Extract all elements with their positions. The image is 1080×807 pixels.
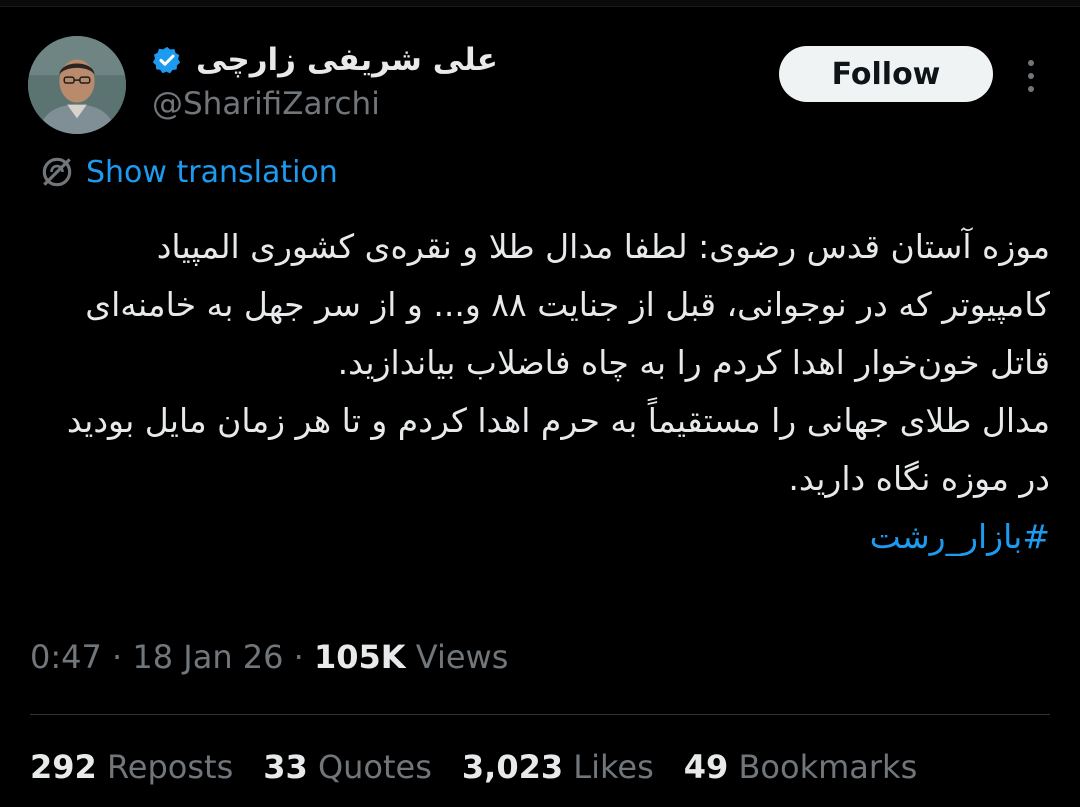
views-label: Views: [415, 638, 509, 676]
author-handle[interactable]: @SharifiZarchi: [152, 86, 380, 122]
avatar[interactable]: [28, 36, 126, 134]
hashtag-link[interactable]: #بازار_رشت: [870, 517, 1050, 556]
quotes-count: 33: [263, 748, 308, 786]
reposts-count: 292: [30, 748, 97, 786]
tweet-body: موزه آستان قدس رضوی: لطفا مدال طلا و نقر…: [40, 218, 1050, 566]
author-name-row: علی شریفی زارچی: [152, 40, 498, 80]
engagement-stats: 292 Reposts 33 Quotes 3,023 Likes 49 Boo…: [30, 748, 947, 786]
tweet-meta: 0:47 · 18 Jan 26 · 105K Views: [30, 638, 508, 676]
likes-stat[interactable]: 3,023 Likes: [462, 748, 654, 786]
bookmarks-label: Bookmarks: [738, 748, 918, 786]
author-display-name[interactable]: علی شریفی زارچی: [196, 42, 498, 78]
bookmarks-stat[interactable]: 49 Bookmarks: [684, 748, 917, 786]
tweet-date[interactable]: 18 Jan 26: [132, 638, 283, 676]
bookmarks-count: 49: [683, 748, 729, 786]
more-options-icon[interactable]: [1020, 56, 1042, 96]
tweet-paragraph-1: موزه آستان قدس رضوی: لطفا مدال طلا و نقر…: [85, 227, 1050, 382]
quotes-stat[interactable]: 33 Quotes: [263, 748, 432, 786]
divider: [30, 714, 1050, 715]
avatar-image: [28, 36, 126, 134]
show-translation-link[interactable]: Show translation: [86, 155, 338, 190]
follow-button[interactable]: Follow: [779, 46, 993, 102]
reposts-stat[interactable]: 292 Reposts: [30, 748, 233, 786]
views-count: 105K: [314, 638, 406, 676]
verified-badge-icon: [152, 46, 181, 74]
tweet-time[interactable]: 0:47: [30, 638, 102, 676]
globe-icon: [42, 157, 72, 187]
show-translation-row[interactable]: Show translation: [38, 152, 338, 192]
tweet-paragraph-2: مدال طلای جهانی را مستقیماً به حرم اهدا …: [66, 401, 1050, 498]
meta-separator: ·: [293, 638, 304, 676]
top-edge: [0, 0, 1080, 7]
likes-count: 3,023: [461, 748, 564, 786]
meta-separator: ·: [112, 638, 123, 676]
likes-label: Likes: [573, 748, 654, 786]
quotes-label: Quotes: [317, 748, 432, 786]
reposts-label: Reposts: [106, 748, 234, 786]
